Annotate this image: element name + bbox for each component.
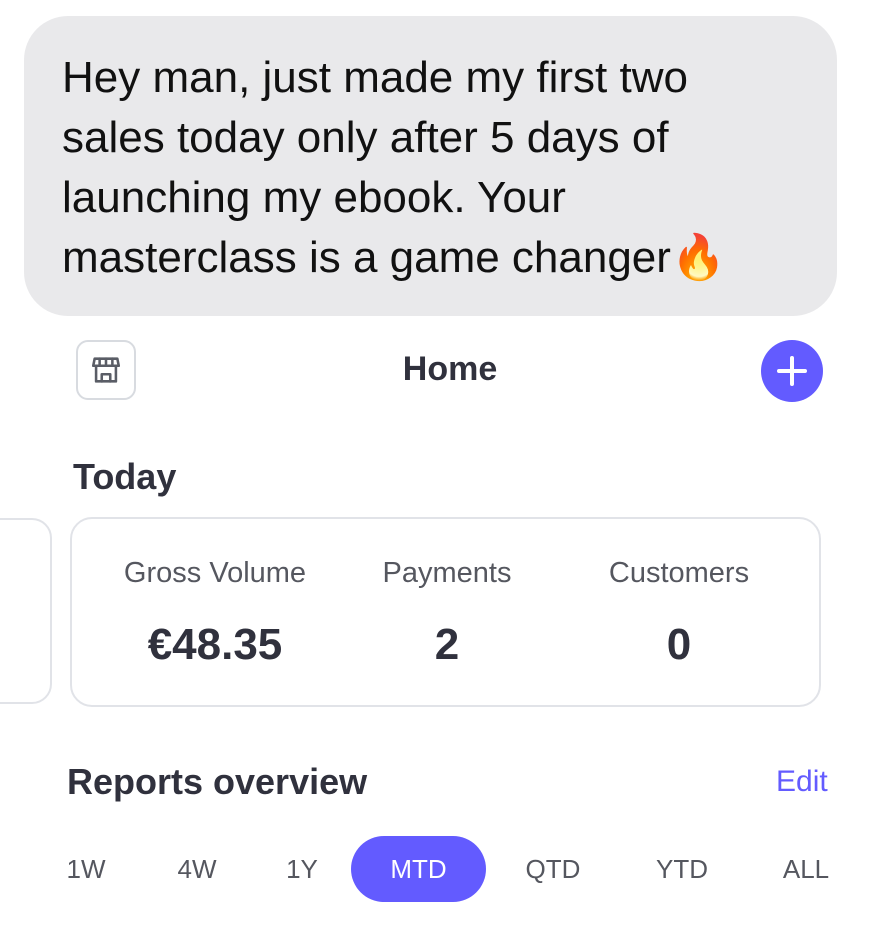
range-qtd[interactable]: QTD <box>518 836 588 902</box>
stat-value: €48.35 <box>147 620 283 669</box>
stat-customers: Customers 0 <box>559 557 799 670</box>
stat-label: Customers <box>608 557 750 589</box>
stat-payments: Payments 2 <box>327 557 567 670</box>
edit-link[interactable]: Edit <box>776 765 828 799</box>
range-all[interactable]: ALL <box>773 836 839 902</box>
range-1w[interactable]: 1W <box>58 836 114 902</box>
reports-heading: Reports overview <box>67 761 368 802</box>
range-1y[interactable]: 1Y <box>276 836 328 902</box>
range-ytd[interactable]: YTD <box>647 836 717 902</box>
message-text: Hey man, just made my first two sales to… <box>62 53 726 283</box>
stat-label: Gross Volume <box>123 557 307 589</box>
message-bubble: Hey man, just made my first two sales to… <box>24 16 837 316</box>
plus-icon <box>761 340 823 402</box>
range-4w[interactable]: 4W <box>169 836 225 902</box>
stat-label: Payments <box>382 557 512 589</box>
today-stats-card[interactable]: Gross Volume €48.35 Payments 2 Customers… <box>70 517 821 707</box>
add-button[interactable] <box>761 340 823 402</box>
range-mtd[interactable]: MTD <box>351 836 486 902</box>
today-heading: Today <box>73 456 177 497</box>
previous-card[interactable] <box>0 518 52 704</box>
page-title: Home <box>402 350 498 388</box>
stat-value: 2 <box>434 620 460 669</box>
stat-gross-volume: Gross Volume €48.35 <box>95 557 335 670</box>
fire-emoji: 🔥 <box>670 232 726 283</box>
stat-value: 0 <box>666 620 692 669</box>
